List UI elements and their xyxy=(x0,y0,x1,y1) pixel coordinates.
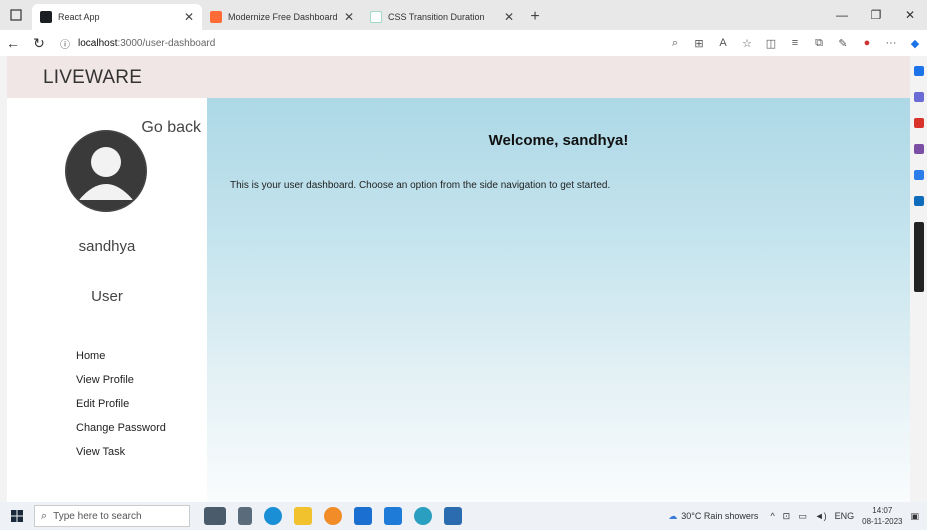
vscode-icon[interactable] xyxy=(384,507,402,525)
pinned-apps xyxy=(198,507,468,525)
tab-react-app[interactable]: React App ✕ xyxy=(32,4,202,30)
chrome-icon[interactable] xyxy=(324,507,342,525)
split-screen-icon[interactable]: ◫ xyxy=(759,37,783,50)
start-button[interactable] xyxy=(0,502,34,530)
close-window-icon[interactable]: ✕ xyxy=(893,0,927,30)
language-indicator[interactable]: ENG xyxy=(835,511,855,521)
side-navigation: Go back sandhya User Home View Profile E… xyxy=(7,98,207,502)
file-explorer-icon[interactable] xyxy=(294,507,312,525)
search-icon: ⌕ xyxy=(41,509,48,522)
avatar xyxy=(65,130,147,212)
edge-icon[interactable] xyxy=(264,507,282,525)
react-favicon-icon xyxy=(40,11,52,23)
read-aloud-icon[interactable]: A xyxy=(711,37,735,49)
shopping-sidebar-icon[interactable] xyxy=(913,118,924,128)
address-bar: ← ↻ ⓘ localhost :3000/user-dashboard ⌕ ⊞… xyxy=(0,30,927,56)
browser-tab-strip: React App ✕ Modernize Free Dashboard Des… xyxy=(0,0,927,30)
clock-date: 08-11-2023 xyxy=(862,517,903,526)
tab-close-icon[interactable]: ✕ xyxy=(184,10,194,24)
brand-logo: LIVEWARE xyxy=(43,67,143,88)
copilot-icon[interactable]: ◆ xyxy=(903,37,927,50)
profile-avatar-icon[interactable]: ● xyxy=(855,37,879,49)
tab-actions-icon[interactable] xyxy=(0,0,32,30)
tray-chevron-icon[interactable]: ^ xyxy=(770,511,774,521)
notifications-icon[interactable]: ▣ xyxy=(910,511,919,522)
app-thumbnail-icon[interactable] xyxy=(204,507,226,525)
back-arrow-icon[interactable]: ← xyxy=(0,30,26,56)
tab-title: CSS Transition Duration xyxy=(388,12,485,22)
nav-item-home[interactable]: Home xyxy=(76,348,166,372)
favorites-list-icon[interactable]: ≡ xyxy=(783,37,807,49)
tab-title: Modernize Free Dashboard Desi xyxy=(228,12,338,22)
rain-cloud-icon: ☁ xyxy=(668,510,678,521)
collections-icon[interactable]: ⧉ xyxy=(807,37,831,50)
more-menu-icon[interactable]: ··· xyxy=(879,37,903,49)
windows-logo-icon xyxy=(11,510,23,522)
system-tray: ☁ 30°C Rain showers ^ ⊡ ▭ ◄) ENG 14:07 0… xyxy=(668,502,927,530)
url-field[interactable]: ⓘ localhost :3000/user-dashboard xyxy=(60,36,215,51)
restore-icon[interactable]: ❐ xyxy=(859,0,893,30)
dashboard-main: Welcome, sandhya! This is your user dash… xyxy=(207,98,910,502)
user-silhouette-icon xyxy=(67,132,145,210)
nav-item-view-profile[interactable]: View Profile xyxy=(76,372,166,396)
refresh-icon[interactable]: ↻ xyxy=(26,30,52,56)
app-window-icon[interactable] xyxy=(444,507,462,525)
search-page-icon[interactable]: ⌕ xyxy=(663,37,687,50)
weather-text: 30°C Rain showers xyxy=(681,511,759,521)
windows-taskbar: ⌕ Type here to search ☁ 30°C Rain shower… xyxy=(0,502,927,530)
task-view-icon[interactable] xyxy=(238,507,252,525)
app-header: LIVEWARE xyxy=(7,56,910,98)
extensions-icon[interactable]: ✎ xyxy=(831,37,855,50)
nav-menu: Home View Profile Edit Profile Change Pa… xyxy=(76,348,166,468)
go-back-link[interactable]: Go back xyxy=(141,119,201,137)
tab-close-icon[interactable]: ✕ xyxy=(344,10,354,24)
css-favicon-icon xyxy=(370,11,382,23)
diamond-sidebar-icon[interactable] xyxy=(913,92,924,102)
url-path: :3000/user-dashboard xyxy=(117,37,216,49)
info-icon[interactable]: ⓘ xyxy=(60,36,70,51)
window-square-icon xyxy=(10,9,22,21)
user-name: sandhya xyxy=(78,238,136,255)
weather-widget[interactable]: ☁ 30°C Rain showers xyxy=(668,511,758,522)
window-controls: — ❐ ✕ xyxy=(825,0,927,30)
intro-text: This is your user dashboard. Choose an o… xyxy=(230,180,611,191)
search-sidebar-icon[interactable] xyxy=(913,66,924,76)
browser-toolbar: ⌕ ⊞ A ☆ ◫ ≡ ⧉ ✎ ● ··· ◆ xyxy=(663,30,927,56)
minimize-icon[interactable]: — xyxy=(825,0,859,30)
volume-icon[interactable]: ◄) xyxy=(815,511,827,521)
grid-icon[interactable]: ⊞ xyxy=(687,37,711,50)
network-icon[interactable]: ⊡ xyxy=(783,511,791,522)
search-placeholder: Type here to search xyxy=(53,510,142,522)
chat-icon[interactable] xyxy=(414,507,432,525)
user-role: User xyxy=(91,288,123,305)
nav-item-view-task[interactable]: View Task xyxy=(76,444,166,468)
clock[interactable]: 14:07 08-11-2023 xyxy=(862,505,902,527)
tab-title: React App xyxy=(58,12,100,22)
office-sidebar-icon[interactable] xyxy=(913,170,924,180)
outlook-sidebar-icon[interactable] xyxy=(913,196,924,206)
favorite-star-icon[interactable]: ☆ xyxy=(735,37,759,50)
clock-time: 14:07 xyxy=(872,506,893,515)
tab-modernize[interactable]: Modernize Free Dashboard Desi ✕ xyxy=(202,4,362,30)
nav-item-edit-profile[interactable]: Edit Profile xyxy=(76,396,166,420)
mail-icon[interactable] xyxy=(354,507,372,525)
extension-panel-icon[interactable] xyxy=(913,222,924,292)
nav-item-change-password[interactable]: Change Password xyxy=(76,420,166,444)
tab-close-icon[interactable]: ✕ xyxy=(504,10,514,24)
welcome-heading: Welcome, sandhya! xyxy=(488,132,629,149)
modernize-favicon-icon xyxy=(210,11,222,23)
new-tab-button[interactable]: + xyxy=(522,4,548,30)
web-page: LIVEWARE Go back sandhya User Home View … xyxy=(7,56,910,502)
battery-icon[interactable]: ▭ xyxy=(798,511,807,522)
tab-css-transition[interactable]: CSS Transition Duration ✕ xyxy=(362,4,522,30)
games-sidebar-icon[interactable] xyxy=(913,144,924,154)
taskbar-search[interactable]: ⌕ Type here to search xyxy=(34,505,190,527)
url-host: localhost xyxy=(78,37,118,49)
browser-sidebar xyxy=(910,56,927,502)
